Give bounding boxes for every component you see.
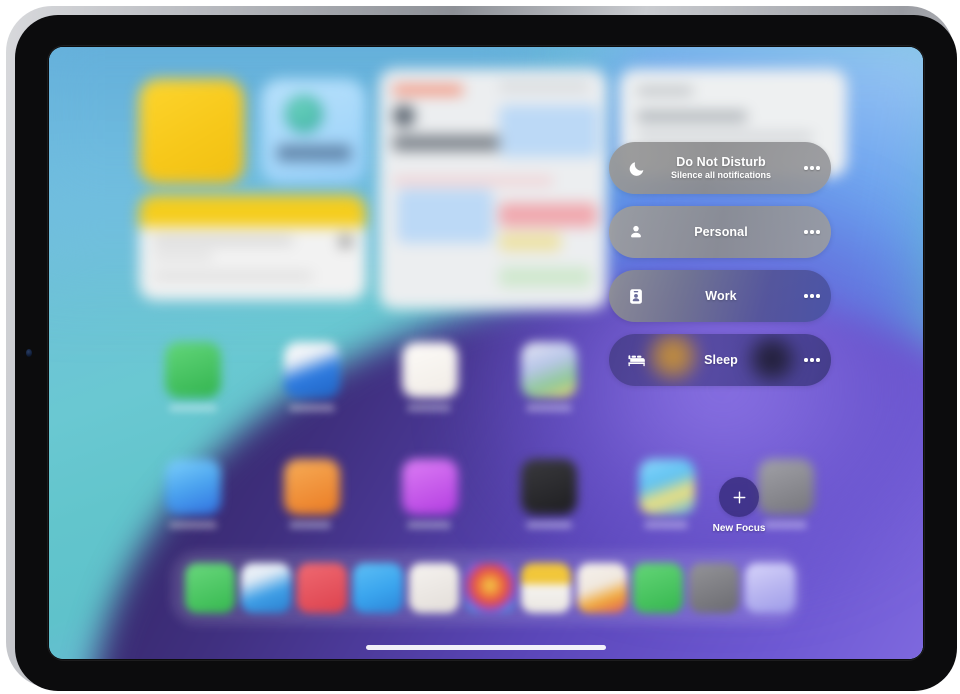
app-icon-purple[interactable] bbox=[402, 459, 458, 515]
focus-mode-text: Personal bbox=[651, 225, 797, 239]
focus-mode-personal[interactable]: Personal bbox=[609, 206, 831, 258]
widget-event-block bbox=[499, 203, 597, 227]
widget-line bbox=[637, 87, 693, 95]
focus-mode-sleep[interactable]: Sleep bbox=[609, 334, 831, 386]
dock-app-lavender[interactable] bbox=[745, 563, 795, 613]
app-label bbox=[407, 405, 451, 411]
notes-widget-dot-icon bbox=[339, 235, 352, 248]
dock-app-gray[interactable] bbox=[689, 563, 739, 613]
notes-widget-header bbox=[139, 195, 366, 227]
dock-app-blue[interactable] bbox=[241, 563, 291, 613]
moon-icon bbox=[621, 160, 651, 177]
center-calendar-widget[interactable] bbox=[379, 69, 607, 309]
focus-mode-title: Do Not Disturb bbox=[676, 155, 766, 170]
app-label bbox=[526, 522, 572, 528]
app-label bbox=[407, 522, 451, 528]
dock-app-skyblue[interactable] bbox=[353, 563, 403, 613]
notes-widget[interactable] bbox=[139, 195, 366, 300]
id-badge-icon bbox=[621, 288, 651, 305]
widget-line bbox=[637, 133, 813, 140]
widget-accent-bar bbox=[393, 85, 463, 95]
widget-event-block bbox=[499, 233, 561, 251]
widget-event-block bbox=[499, 105, 599, 157]
app-icon-dark[interactable] bbox=[521, 459, 577, 515]
focus-mode-title: Sleep bbox=[704, 352, 738, 367]
focus-mode-work[interactable]: Work bbox=[609, 270, 831, 322]
focus-mode-do-not-disturb[interactable]: Do Not Disturb Silence all notifications bbox=[609, 142, 831, 194]
widget-line bbox=[499, 83, 589, 90]
ipad-device-frame: Do Not Disturb Silence all notifications… bbox=[6, 6, 957, 691]
widget-line bbox=[393, 177, 553, 185]
more-options-icon[interactable] bbox=[797, 230, 831, 234]
focus-mode-text: Work bbox=[651, 289, 797, 303]
new-focus-button[interactable] bbox=[719, 477, 759, 517]
app-icon-green[interactable] bbox=[165, 342, 221, 398]
focus-mode-text: Sleep bbox=[651, 353, 797, 367]
dock-app-green[interactable] bbox=[185, 563, 235, 613]
widget-line bbox=[637, 111, 747, 122]
ipad-screen: Do Not Disturb Silence all notifications… bbox=[49, 47, 923, 659]
more-options-icon[interactable] bbox=[797, 358, 831, 362]
app-label bbox=[526, 405, 572, 411]
app-label bbox=[289, 522, 331, 528]
dock-app-pages[interactable] bbox=[577, 563, 627, 613]
app-icon-appstore[interactable] bbox=[165, 459, 221, 515]
notes-widget-line bbox=[153, 253, 213, 259]
dock-app-yellow[interactable] bbox=[521, 563, 571, 613]
focus-panel: Do Not Disturb Silence all notifications… bbox=[609, 142, 834, 398]
plus-icon bbox=[733, 491, 745, 503]
focus-mode-text: Do Not Disturb Silence all notifications bbox=[651, 155, 797, 180]
more-options-icon[interactable] bbox=[797, 294, 831, 298]
front-camera-icon bbox=[26, 349, 32, 357]
new-focus-label: New Focus bbox=[712, 523, 766, 534]
dock-app-red[interactable] bbox=[297, 563, 347, 613]
app-label bbox=[169, 405, 217, 411]
app-icon-blue[interactable] bbox=[284, 342, 340, 398]
dock-icons bbox=[171, 551, 801, 625]
focus-mode-subtitle: Silence all notifications bbox=[670, 169, 772, 180]
light-blue-widget[interactable] bbox=[261, 79, 366, 184]
app-label bbox=[289, 405, 335, 411]
dock-app-white[interactable] bbox=[409, 563, 459, 613]
widget-text-bar bbox=[277, 145, 351, 161]
dock-app-photos[interactable] bbox=[465, 563, 515, 613]
focus-mode-title: Personal bbox=[694, 224, 748, 239]
dock-app-green2[interactable] bbox=[633, 563, 683, 613]
app-icon-white[interactable] bbox=[402, 342, 458, 398]
widget-event-block bbox=[499, 267, 591, 287]
focus-mode-title: Work bbox=[705, 288, 737, 303]
new-focus[interactable]: New Focus bbox=[703, 477, 775, 534]
app-icon-orange[interactable] bbox=[284, 459, 340, 515]
notes-widget-line bbox=[153, 273, 313, 279]
widget-avatar-icon bbox=[393, 105, 415, 127]
widget-avatar-icon bbox=[285, 95, 323, 133]
app-icon-multicolor[interactable] bbox=[521, 342, 577, 398]
person-icon bbox=[621, 224, 651, 240]
app-label bbox=[169, 522, 217, 528]
widget-event-block bbox=[397, 189, 493, 243]
yellow-square-widget[interactable] bbox=[139, 79, 244, 184]
app-label bbox=[644, 522, 688, 528]
more-options-icon[interactable] bbox=[797, 166, 831, 170]
app-icon-photos[interactable] bbox=[639, 459, 695, 515]
notes-widget-line bbox=[153, 237, 293, 244]
home-indicator[interactable] bbox=[366, 645, 606, 650]
bed-icon bbox=[621, 353, 651, 368]
